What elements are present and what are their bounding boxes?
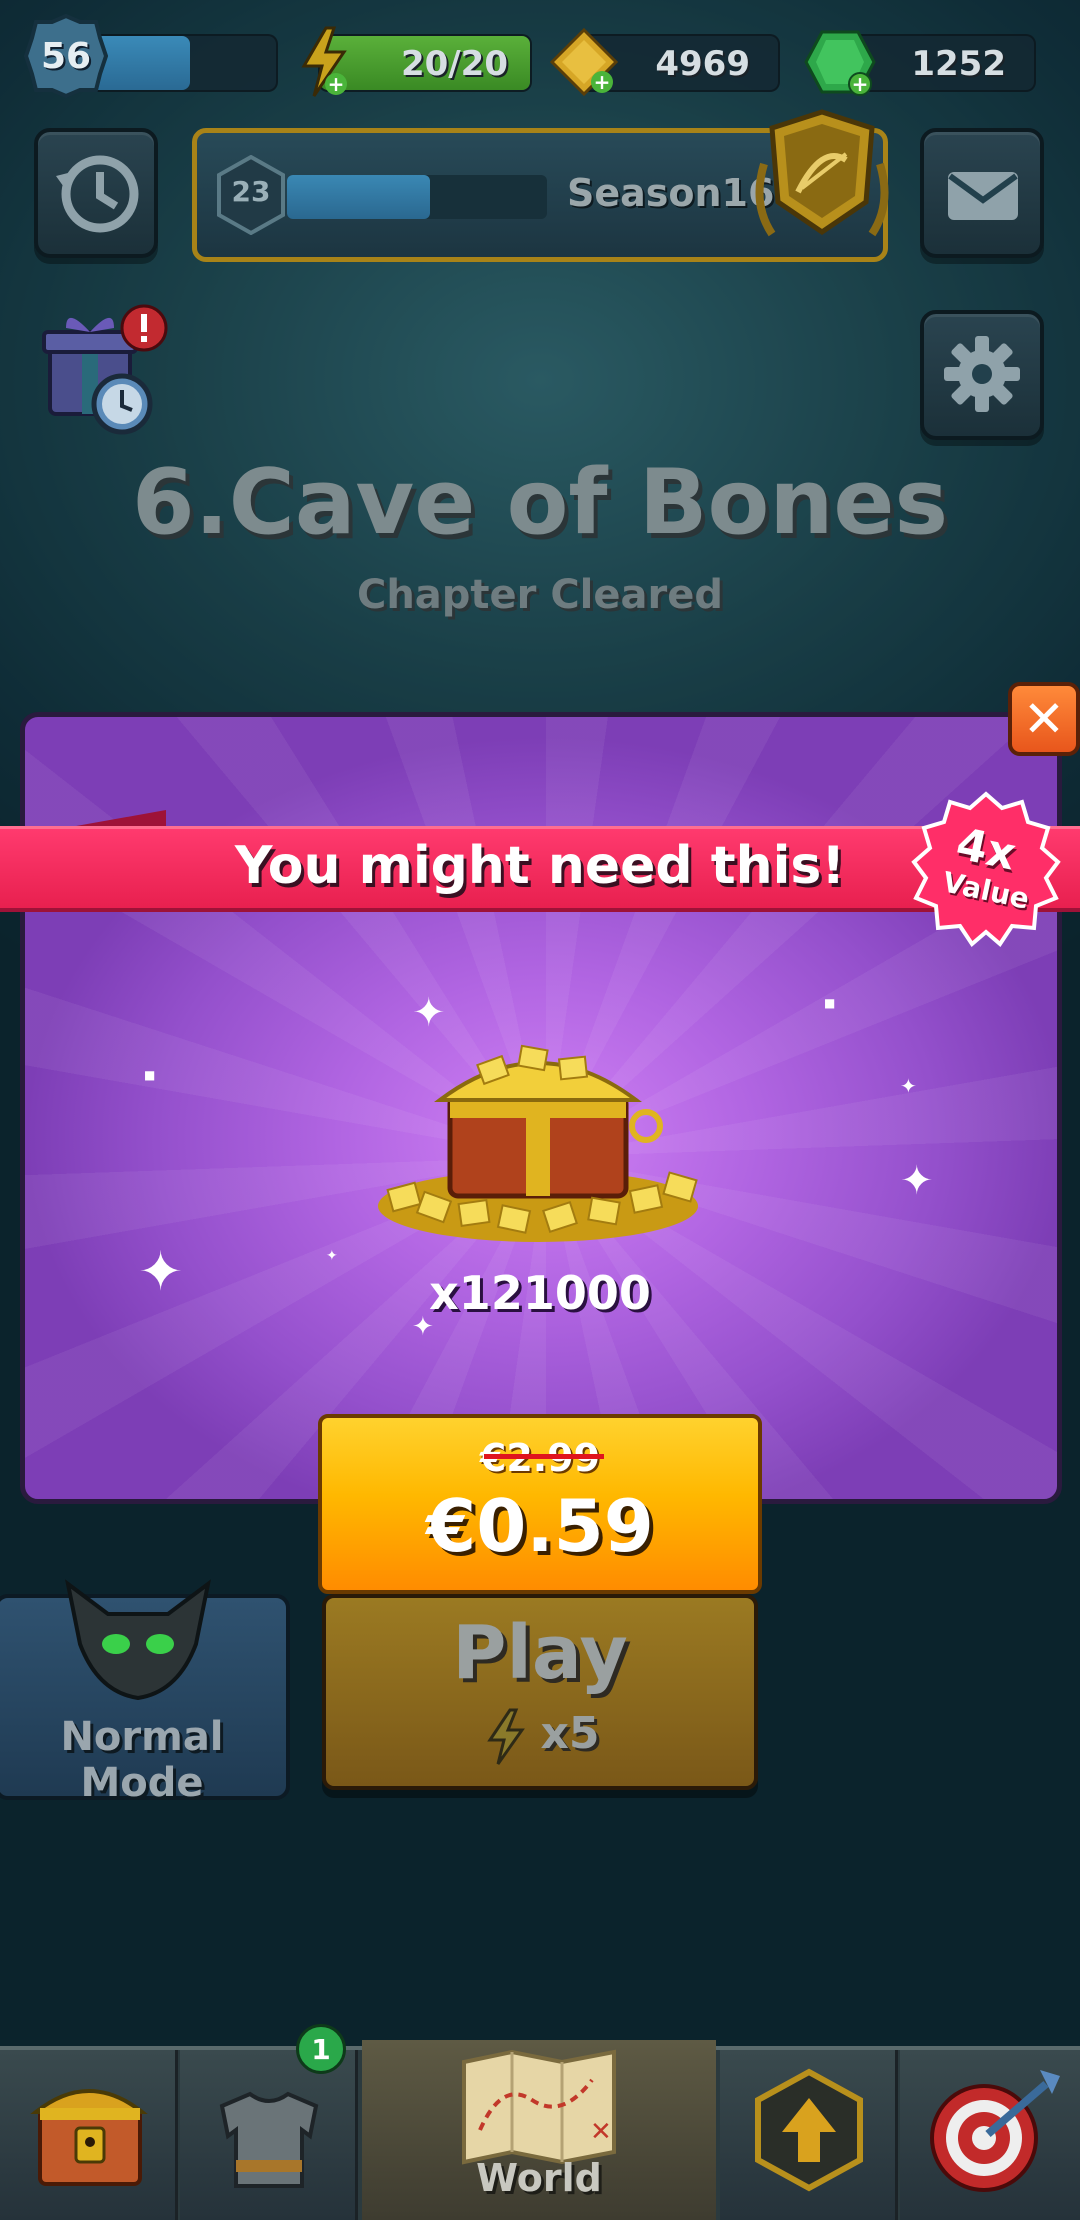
play-energy-cost: x5: [540, 1708, 600, 1759]
player-level-badge[interactable]: 56: [24, 14, 108, 98]
nav-talents[interactable]: [900, 2050, 1080, 2220]
sparkle-icon: ✦: [326, 1248, 338, 1264]
mail-button[interactable]: [920, 128, 1044, 258]
svg-text:✕: ✕: [590, 2117, 612, 2147]
demon-mask-icon: [65, 1579, 211, 1701]
energy-value: 20/20: [400, 44, 508, 84]
gold-value: 4969: [655, 44, 750, 84]
svg-text:+: +: [328, 72, 345, 96]
close-popup-button[interactable]: ✕: [1008, 682, 1080, 756]
mail-envelope-icon: [948, 172, 1018, 220]
target-arrow-icon: [930, 2070, 1060, 2192]
chapter-status: Chapter Cleared: [356, 572, 724, 618]
season-shield-bow-icon[interactable]: [742, 104, 902, 274]
value-multiplier-badge: 4x Value: [906, 790, 1066, 950]
mode-label: Normal Mode: [60, 1714, 224, 1806]
play-button[interactable]: Play x5: [322, 1594, 758, 1790]
play-label: Play: [452, 1610, 628, 1696]
gem-plus-icon[interactable]: +: [802, 26, 878, 98]
nav-world-label: World: [476, 2156, 602, 2200]
sparkle-icon: ■: [144, 1068, 156, 1082]
nav-equipment[interactable]: [180, 2050, 358, 2220]
price-strikethrough: [484, 1454, 604, 1459]
equipment-notification-badge: 1: [296, 2024, 346, 2074]
treasure-chest-icon: [30, 2089, 148, 2186]
nav-upgrade[interactable]: [720, 2050, 898, 2220]
gear-icon: [944, 336, 1020, 412]
sparkle-icon: ✦: [900, 1158, 934, 1204]
svg-text:+: +: [852, 72, 869, 96]
close-icon: ✕: [1023, 690, 1065, 748]
nav-shop[interactable]: [0, 2050, 178, 2220]
gold-coin-plus-icon[interactable]: +: [548, 26, 620, 98]
energy-lightning-icon: +: [301, 26, 347, 97]
sparkle-icon: ✦: [900, 1074, 917, 1098]
svg-text:+: +: [594, 70, 611, 94]
sparkle-icon: ■: [824, 996, 836, 1010]
gems-value: 1252: [911, 44, 1006, 84]
history-button[interactable]: [34, 128, 158, 258]
mode-select-button[interactable]: Normal Mode: [0, 1579, 290, 1806]
armor-icon: [219, 2091, 319, 2188]
season-tier-value: 23: [231, 175, 271, 208]
settings-button[interactable]: [920, 310, 1044, 440]
upgrade-arrow-icon: [755, 2068, 863, 2192]
history-clock-icon: [56, 155, 139, 233]
buy-offer-button[interactable]: €2.99 €0.59: [318, 1414, 762, 1594]
season-progress-track: [287, 175, 547, 219]
chapter-title: 6.Cave of Bones: [131, 450, 949, 555]
sparkle-icon: ✦: [412, 990, 446, 1036]
offer-quantity: x121000: [429, 1266, 651, 1320]
player-level-value: 56: [40, 35, 92, 77]
new-price: €0.59: [426, 1484, 654, 1568]
alert-badge-icon: [120, 304, 168, 352]
gold-chest-icon: [378, 1044, 698, 1242]
